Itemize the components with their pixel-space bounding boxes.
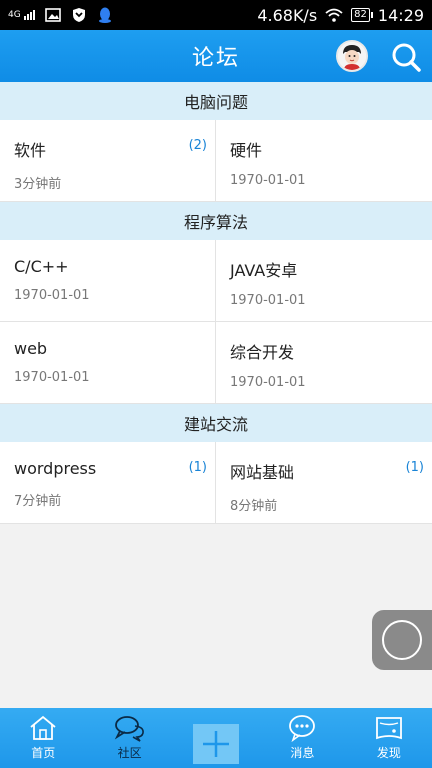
search-icon[interactable] xyxy=(390,41,422,73)
board-name: wordpress xyxy=(14,459,97,478)
board-time: 1970-01-01 xyxy=(230,293,306,308)
avatar[interactable] xyxy=(336,40,368,72)
board-time: 1970-01-01 xyxy=(230,375,306,390)
board-name: 网站基础 xyxy=(230,463,295,482)
new-post-count: (2) xyxy=(188,138,207,153)
board-name: C/C++ xyxy=(14,257,69,276)
board-grid: C/C++ 1970-01-01 JAVA安卓 1970-01-01 web 1… xyxy=(0,240,432,404)
new-post-count: (1) xyxy=(188,460,207,475)
board-item-website-basics[interactable]: 网站基础 8分钟前 (1) xyxy=(216,442,432,524)
board-item-web[interactable]: web 1970-01-01 xyxy=(0,322,216,404)
board-item-software[interactable]: 软件 3分钟前 (2) xyxy=(0,120,216,202)
board-time: 8分钟前 xyxy=(230,499,278,514)
new-post-count: (1) xyxy=(405,460,424,475)
board-item-cpp[interactable]: C/C++ 1970-01-01 xyxy=(0,240,216,322)
chat-bubbles-icon xyxy=(114,716,144,742)
wifi-icon xyxy=(325,8,343,22)
board-time: 7分钟前 xyxy=(14,494,62,509)
board-grid: 软件 3分钟前 (2) 硬件 1970-01-01 xyxy=(0,120,432,202)
new-post-button[interactable] xyxy=(193,724,240,764)
tab-label: 首页 xyxy=(31,746,56,760)
tab-new-post[interactable] xyxy=(173,708,259,768)
network-type: 4G xyxy=(8,10,21,20)
net-speed: 4.68K/s xyxy=(257,5,318,25)
message-icon xyxy=(289,715,316,742)
board-name: 综合开发 xyxy=(230,343,295,362)
tab-label: 发现 xyxy=(376,746,401,760)
clock: 14:29 xyxy=(377,5,424,25)
circle-icon xyxy=(382,620,422,660)
discover-icon xyxy=(375,717,402,740)
tab-label: 社区 xyxy=(117,746,142,760)
plus-icon xyxy=(203,731,230,757)
home-icon xyxy=(30,715,56,740)
tab-discover[interactable]: 发现 xyxy=(346,708,432,768)
board-grid: wordpress 7分钟前 (1) 网站基础 8分钟前 (1) xyxy=(0,442,432,524)
board-item-java-android[interactable]: JAVA安卓 1970-01-01 xyxy=(216,240,432,322)
section-header: 建站交流 xyxy=(0,404,432,442)
board-time: 1970-01-01 xyxy=(230,173,306,188)
board-item-general-dev[interactable]: 综合开发 1970-01-01 xyxy=(216,322,432,404)
tab-home[interactable]: 首页 xyxy=(0,708,86,768)
board-time: 1970-01-01 xyxy=(14,288,90,303)
board-name: JAVA安卓 xyxy=(230,261,298,280)
board-time: 1970-01-01 xyxy=(14,370,90,385)
board-item-hardware[interactable]: 硬件 1970-01-01 xyxy=(216,120,432,202)
status-bar: 4G 4.68K/s 82 14:29 xyxy=(0,0,432,30)
section-header: 电脑问题 xyxy=(0,82,432,120)
tab-label: 消息 xyxy=(290,746,315,760)
avatar-icon xyxy=(338,42,366,70)
page-title: 论坛 xyxy=(191,46,240,71)
board-time: 3分钟前 xyxy=(14,177,62,192)
forum-list: 电脑问题 软件 3分钟前 (2) 硬件 1970-01-01 程序算法 C/C+… xyxy=(0,82,432,524)
section-header: 程序算法 xyxy=(0,202,432,240)
board-name: 软件 xyxy=(14,141,47,160)
assistive-touch-button[interactable] xyxy=(372,610,432,670)
tab-messages[interactable]: 消息 xyxy=(259,708,345,768)
bottom-tab-bar: 首页 社区 消息 发现 xyxy=(0,708,432,768)
app-header: 论坛 xyxy=(0,30,432,82)
qq-icon xyxy=(98,7,111,23)
battery-indicator: 82 xyxy=(351,8,373,22)
board-item-wordpress[interactable]: wordpress 7分钟前 (1) xyxy=(0,442,216,524)
board-name: web xyxy=(14,339,48,358)
board-name: 硬件 xyxy=(230,141,263,160)
image-icon xyxy=(44,8,61,22)
signal-icon: 4G xyxy=(8,10,35,20)
tab-community[interactable]: 社区 xyxy=(86,708,172,768)
shield-icon xyxy=(72,8,85,22)
